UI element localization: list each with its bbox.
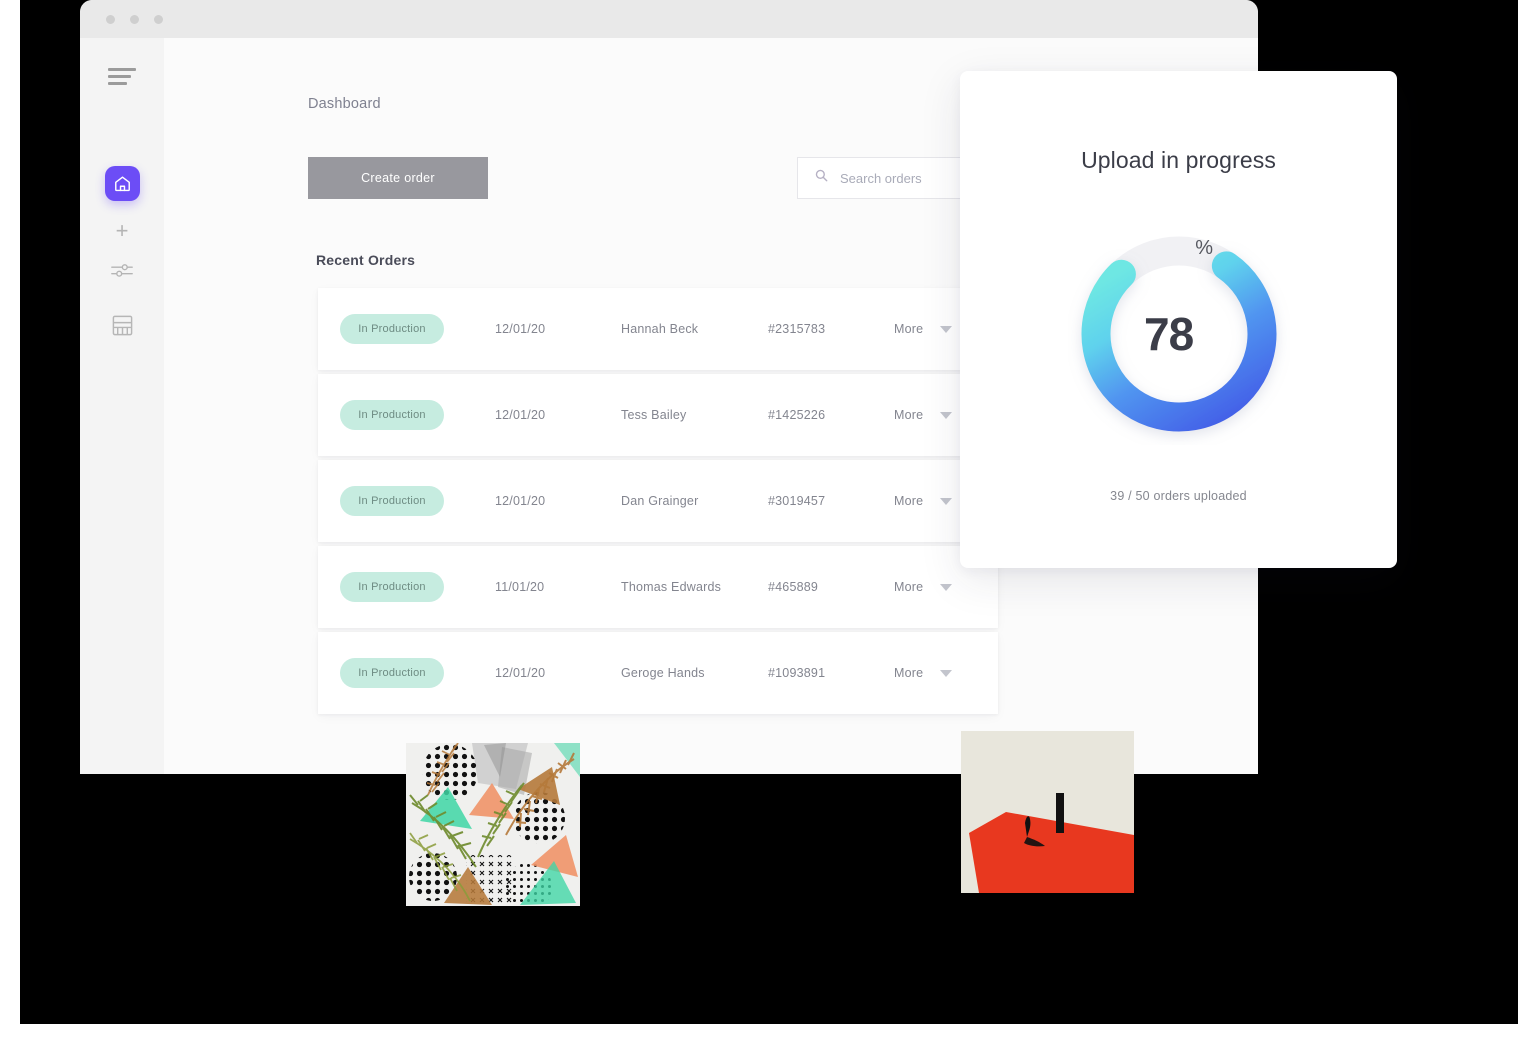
status-badge[interactable]: In Production	[340, 486, 444, 516]
minimal-red-plane-image	[961, 731, 1134, 893]
sidebar: +	[80, 38, 164, 774]
order-date: 12/01/20	[495, 322, 546, 336]
order-more-link[interactable]: More	[894, 322, 923, 336]
sidebar-item-menu[interactable]	[80, 68, 164, 85]
window-titlebar	[80, 0, 1258, 38]
progress-percent-sign: %	[1195, 237, 1213, 259]
table-row[interactable]: In Production 12/01/20 Geroge Hands #109…	[318, 632, 998, 714]
upload-card-title: Upload in progress	[1081, 147, 1276, 173]
layout-grid-icon	[111, 314, 134, 342]
chevron-down-icon[interactable]	[940, 325, 952, 333]
order-reference: #1425226	[768, 408, 826, 422]
sliders-icon	[110, 260, 134, 285]
order-customer: Geroge Hands	[621, 666, 705, 680]
order-date: 12/01/20	[495, 494, 546, 508]
order-reference: #3019457	[768, 494, 826, 508]
order-more-link[interactable]: More	[894, 408, 923, 422]
status-badge[interactable]: In Production	[340, 658, 444, 688]
order-reference: #2315783	[768, 322, 826, 336]
chevron-down-icon[interactable]	[940, 583, 952, 591]
order-reference: #465889	[768, 580, 819, 594]
table-row[interactable]: In Production 12/01/20 Dan Grainger #301…	[318, 460, 998, 542]
status-badge[interactable]: In Production	[340, 572, 444, 602]
table-row[interactable]: In Production 12/01/20 Hannah Beck #2315…	[318, 288, 998, 370]
close-icon[interactable]	[106, 14, 115, 24]
order-date: 11/01/20	[495, 580, 545, 594]
order-customer: Hannah Beck	[621, 322, 699, 336]
page-title: Dashboard	[308, 96, 381, 112]
order-date: 12/01/20	[495, 408, 546, 422]
upload-card-subtitle: 39 / 50 orders uploaded	[1110, 489, 1247, 503]
sidebar-item-home[interactable]	[80, 166, 164, 201]
progress-percent-value: 78	[1144, 308, 1194, 360]
table-row[interactable]: In Production 11/01/20 Thomas Edwards #4…	[318, 546, 998, 628]
chevron-down-icon[interactable]	[940, 669, 952, 677]
hamburger-menu-icon	[108, 68, 136, 85]
status-badge[interactable]: In Production	[340, 400, 444, 430]
create-order-button[interactable]: Create order	[308, 157, 488, 199]
order-more-link[interactable]: More	[894, 580, 923, 594]
chevron-down-icon[interactable]	[940, 411, 952, 419]
recent-orders-heading: Recent Orders	[316, 252, 416, 268]
order-customer: Tess Bailey	[621, 408, 687, 422]
sidebar-item-add[interactable]: +	[80, 220, 164, 242]
sidebar-item-settings[interactable]	[80, 260, 164, 285]
thumbnail-minimal-red-plane[interactable]	[961, 731, 1134, 893]
home-icon	[104, 166, 140, 201]
plus-icon: +	[115, 218, 129, 243]
orders-list: In Production 12/01/20 Hannah Beck #2315…	[318, 288, 998, 718]
search-icon	[815, 169, 828, 187]
table-row[interactable]: In Production 12/01/20 Tess Bailey #1425…	[318, 374, 998, 456]
order-more-link[interactable]: More	[894, 666, 923, 680]
order-more-link[interactable]: More	[894, 494, 923, 508]
screenshot-root: + Dashboard Create order Search orders R…	[0, 0, 1534, 1048]
sidebar-item-layout[interactable]	[80, 314, 164, 342]
maximize-icon[interactable]	[154, 14, 163, 24]
upload-progress-card: Upload in progress 78 % 39 / 50 orders u…	[960, 71, 1397, 568]
progress-ring: 78 %	[1068, 223, 1290, 445]
order-customer: Dan Grainger	[621, 494, 699, 508]
minimize-icon[interactable]	[130, 14, 139, 24]
order-customer: Thomas Edwards	[621, 580, 722, 594]
order-date: 12/01/20	[495, 666, 546, 680]
order-reference: #1093891	[768, 666, 826, 680]
tropical-collage-image	[406, 743, 580, 906]
chevron-down-icon[interactable]	[940, 497, 952, 505]
progress-percent: 78 %	[1068, 223, 1290, 445]
thumbnail-tropical-collage[interactable]	[406, 743, 580, 906]
status-badge[interactable]: In Production	[340, 314, 444, 344]
